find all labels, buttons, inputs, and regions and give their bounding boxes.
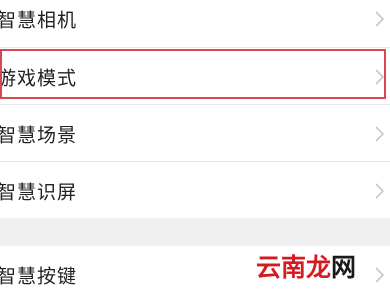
chevron-right-icon — [375, 68, 384, 85]
settings-item-label: 智慧按键 — [0, 265, 78, 287]
watermark-text-part: 网 — [331, 253, 357, 282]
chevron-right-icon — [375, 125, 384, 142]
chevron-right-icon — [375, 10, 384, 27]
section-gap — [0, 218, 390, 246]
settings-item-label: 智慧相机 — [0, 9, 78, 31]
settings-item-smart-screen-recognition[interactable]: 智慧识屏 — [0, 162, 390, 219]
settings-item-smart-scenes[interactable]: 智慧场景 — [0, 105, 390, 162]
chevron-right-icon — [375, 182, 384, 199]
watermark-text-part: 云南 — [256, 253, 307, 282]
chevron-right-icon — [375, 266, 384, 283]
settings-list: 智慧相机 游戏模式 智慧场景 智慧识屏 智慧按键 — [0, 0, 390, 303]
settings-item-label: 智慧识屏 — [0, 181, 78, 203]
settings-item-smart-camera[interactable]: 智慧相机 — [0, 0, 390, 47]
settings-item-label: 游戏模式 — [0, 67, 78, 89]
settings-item-label: 智慧场景 — [0, 124, 78, 146]
settings-item-game-mode[interactable]: 游戏模式 — [0, 48, 390, 105]
watermark-text-part: 龙 — [306, 253, 332, 282]
watermark-logo: 云南龙网 — [256, 248, 356, 284]
